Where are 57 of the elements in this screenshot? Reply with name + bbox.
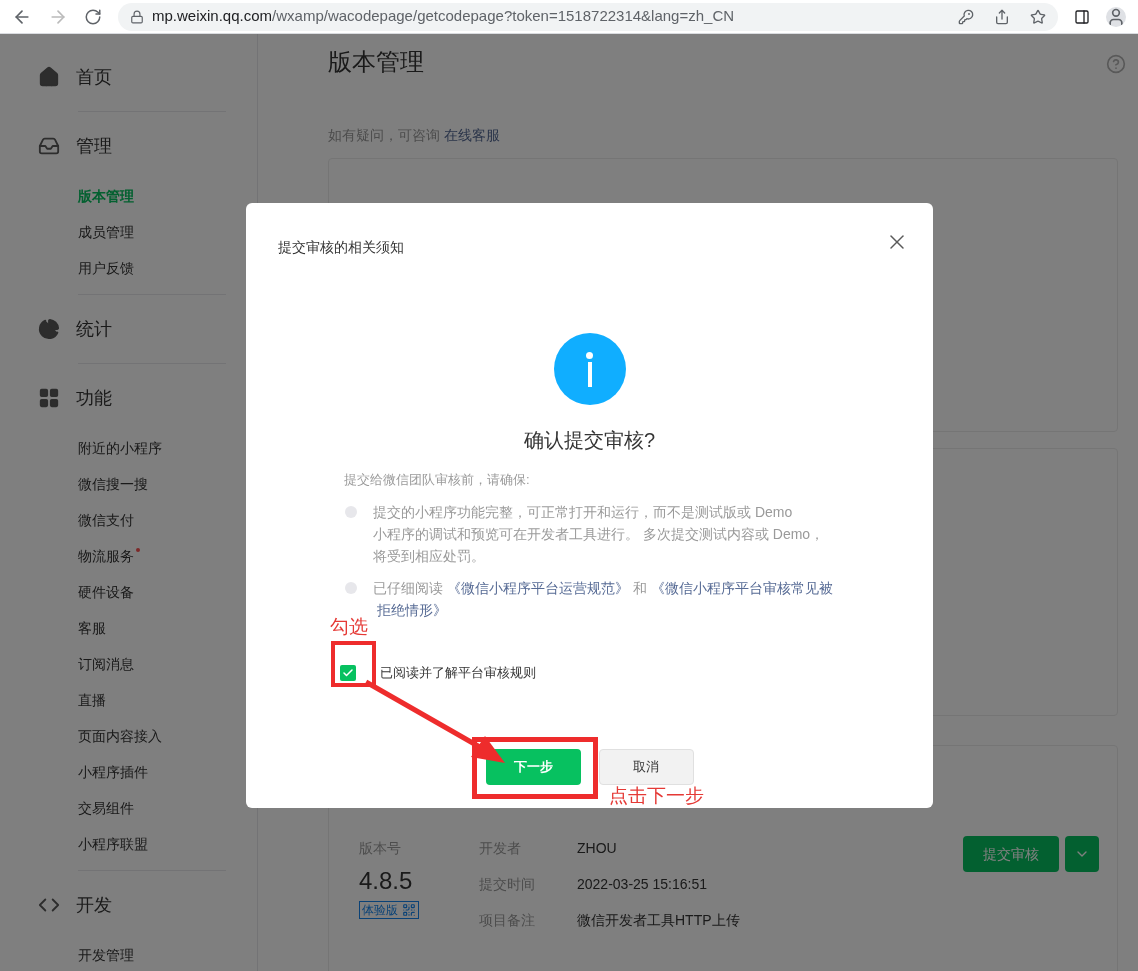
sidebar-section[interactable]: 首页 (76, 63, 112, 91)
highlight-frame (331, 641, 376, 687)
sidebar-section[interactable]: 统计 (76, 315, 112, 343)
page-title: 版本管理 (328, 47, 424, 77)
sidebar-item[interactable]: 订阅消息 (78, 653, 134, 675)
trial-badge[interactable]: 体验版 (359, 901, 419, 919)
grid-icon (38, 387, 60, 409)
inbox-icon (38, 135, 60, 157)
sidebar-section[interactable]: 管理 (76, 132, 112, 160)
rule-link[interactable]: 拒绝情形》 (373, 602, 451, 618)
star-icon[interactable] (1030, 8, 1046, 25)
home-icon (38, 66, 60, 88)
sidebar-item[interactable]: 直播 (78, 689, 106, 711)
field-value: ZHOU (577, 839, 617, 858)
sidebar-item[interactable]: 附近的小程序 (78, 437, 162, 459)
rule-link[interactable]: 《微信小程序平台运营规范》 (443, 580, 633, 596)
checkbox-label: 已阅读并了解平台审核规则 (380, 664, 536, 682)
profile-icon[interactable] (1106, 6, 1126, 27)
sidebar-item[interactable]: 页面内容接入 (78, 725, 162, 747)
pie-chart-icon (38, 318, 60, 340)
bullet-text: 提交的小程序功能完整，可正常打开和运行，而不是测试版或 Demo 小程序的调试和预览可在开发者工具进行。 多次提交测试内容或 Demo， 将受到相应处罚。 (373, 503, 825, 566)
online-service-link[interactable]: 在线客服 (444, 125, 500, 145)
dialog-title: 提交审核的相关须知 (278, 238, 404, 257)
url-text: mp.weixin.qq.com/wxamp/wacodepage/getcodepage?token=1518722314&lang=zh_CN (152, 6, 736, 27)
sidebar-item[interactable]: 开发管理 (78, 944, 134, 966)
share-icon[interactable] (994, 8, 1010, 25)
reload-icon[interactable] (84, 7, 102, 26)
sidebar-item[interactable]: 用户反馈 (78, 257, 134, 279)
sidebar-item[interactable]: 成员管理 (78, 221, 134, 243)
version-number: 4.8.5 (359, 866, 413, 896)
sidebar-item[interactable]: 交易组件 (78, 797, 134, 819)
sidebar-item[interactable]: 小程序插件 (78, 761, 148, 783)
sidebar-item[interactable]: 物流服务 (78, 545, 134, 567)
bullet-text: 已仔细阅读 《微信小程序平台运营规范》 和 《微信小程序平台审核常见被 拒绝情形》 (373, 577, 837, 621)
next-button[interactable]: 下一步 (485, 748, 581, 785)
dialog-heading: 确认提交审核? (523, 428, 656, 453)
lock-icon (130, 9, 144, 24)
sidebar-item[interactable]: 硬件设备 (78, 581, 134, 603)
sidebar-item[interactable]: 客服 (78, 617, 106, 639)
cancel-button[interactable]: 取消 (598, 748, 694, 785)
qr-code-icon (402, 903, 416, 917)
sidebar-item[interactable]: 微信支付 (78, 509, 134, 531)
intro-text: 提交给微信团队审核前，请确保: (344, 472, 530, 487)
sidebar-item[interactable]: 微信搜一搜 (78, 473, 148, 495)
annotation-label: 点击下一步 (609, 786, 704, 806)
address-bar[interactable]: mp.weixin.qq.com/wxamp/wacodepage/getcodepage?token=1518722314&lang=zh_CN (118, 2, 1058, 31)
sidebar-section[interactable]: 功能 (76, 384, 112, 412)
check-icon (342, 666, 354, 679)
annotation-label: 勾选 (330, 615, 368, 639)
field-value: 2022-03-25 15:16:51 (577, 875, 707, 894)
field-value: 微信开发者工具HTTP上传 (577, 911, 740, 930)
side-panel-icon[interactable] (1074, 8, 1090, 25)
rule-link[interactable]: 《微信小程序平台审核常见被 (647, 580, 837, 596)
checkbox[interactable] (340, 664, 356, 681)
sidebar-item[interactable]: 小程序联盟 (78, 833, 148, 855)
sidebar-section[interactable]: 开发 (76, 891, 112, 919)
key-icon[interactable] (958, 8, 974, 25)
